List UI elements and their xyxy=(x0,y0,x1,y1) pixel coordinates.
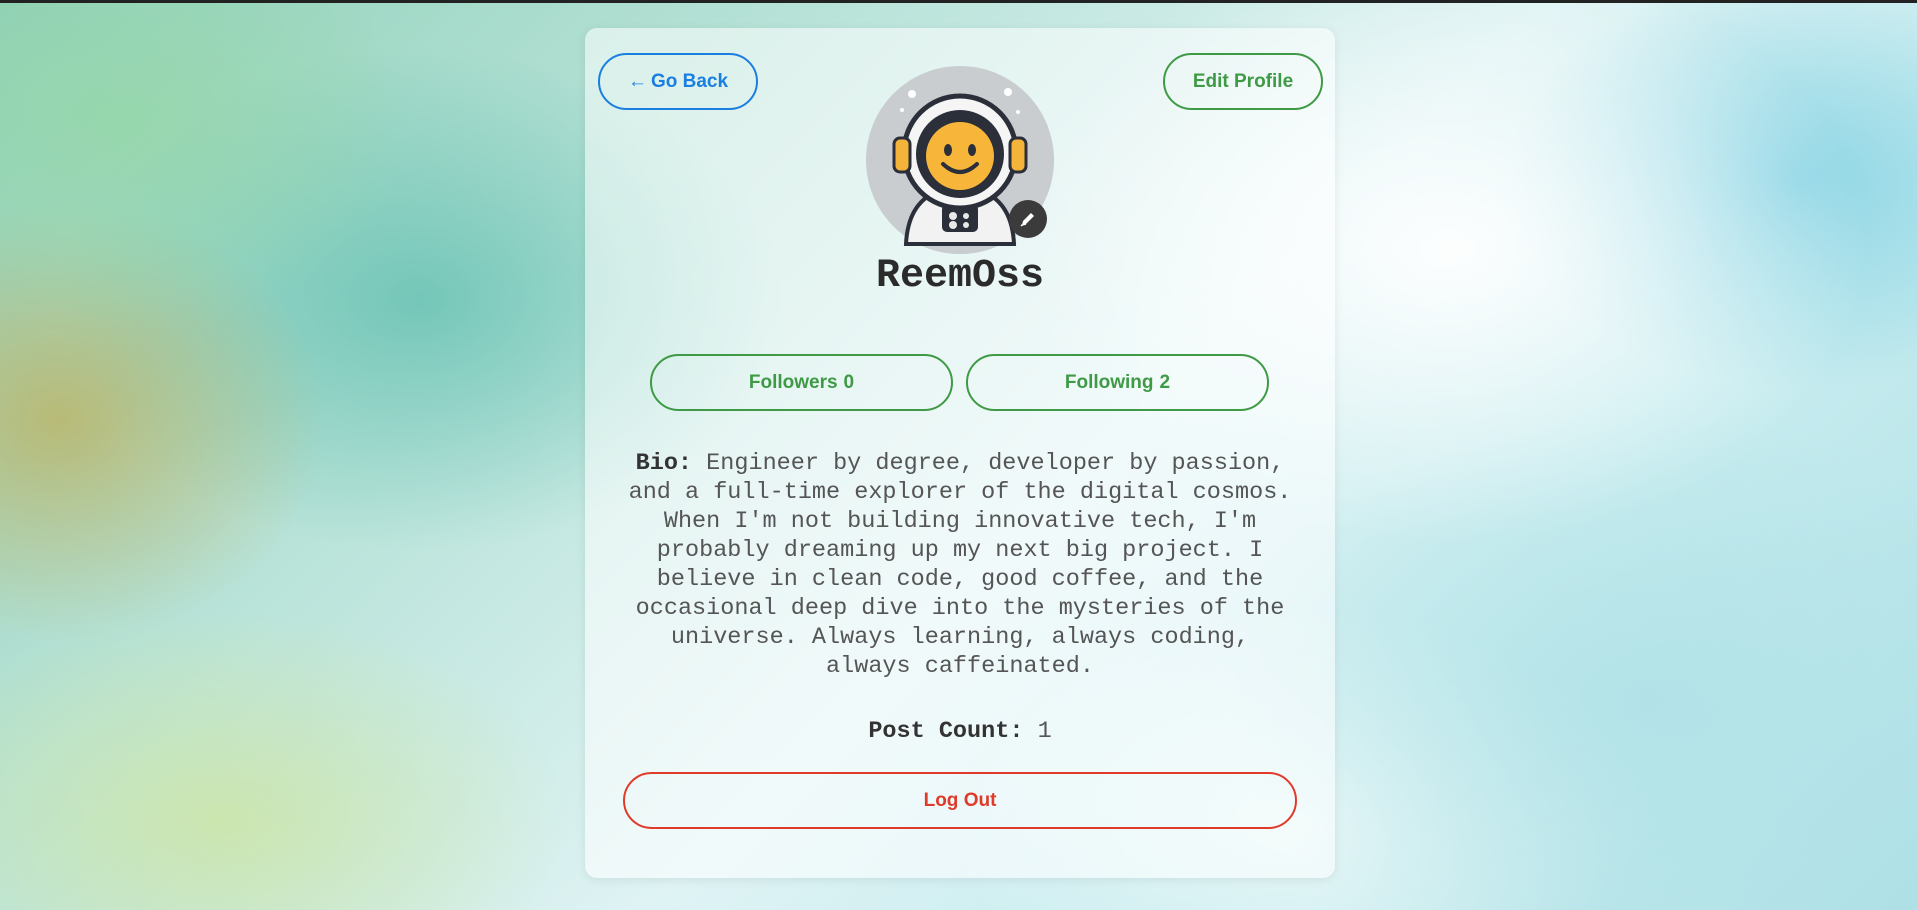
following-button[interactable]: Following 2 xyxy=(966,354,1269,411)
bio: Bio: Engineer by degree, developer by pa… xyxy=(625,449,1295,681)
followers-count: 0 xyxy=(843,371,855,393)
arrow-left-icon: ← xyxy=(627,70,647,92)
profile-card: ← Go Back Edit Profile ReemOss Followers… xyxy=(585,28,1335,878)
bio-label: Bio: xyxy=(635,450,693,477)
post-count-value: 1 xyxy=(1037,718,1052,745)
post-count: Post Count: 1 xyxy=(585,718,1335,745)
edit-avatar-pencil-icon[interactable] xyxy=(1009,200,1047,238)
edit-profile-button[interactable]: Edit Profile xyxy=(1163,53,1323,110)
following-count: 2 xyxy=(1159,371,1171,393)
username: ReemOss xyxy=(875,254,1045,299)
follow-stats: Followers 0 Following 2 xyxy=(650,354,1270,411)
bio-text: Engineer by degree, developer by passion… xyxy=(628,450,1292,680)
following-label: Following xyxy=(1064,371,1154,393)
top-border xyxy=(0,0,1917,3)
post-count-label: Post Count: xyxy=(868,718,1024,745)
pencil-icon xyxy=(1020,213,1034,227)
followers-label: Followers xyxy=(748,371,838,393)
go-back-label: Go Back xyxy=(650,70,729,92)
logout-button[interactable]: Log Out xyxy=(623,772,1297,829)
logout-label: Log Out xyxy=(923,789,997,811)
followers-button[interactable]: Followers 0 xyxy=(650,354,953,411)
go-back-button[interactable]: ← Go Back xyxy=(598,53,758,110)
edit-profile-label: Edit Profile xyxy=(1192,70,1294,92)
